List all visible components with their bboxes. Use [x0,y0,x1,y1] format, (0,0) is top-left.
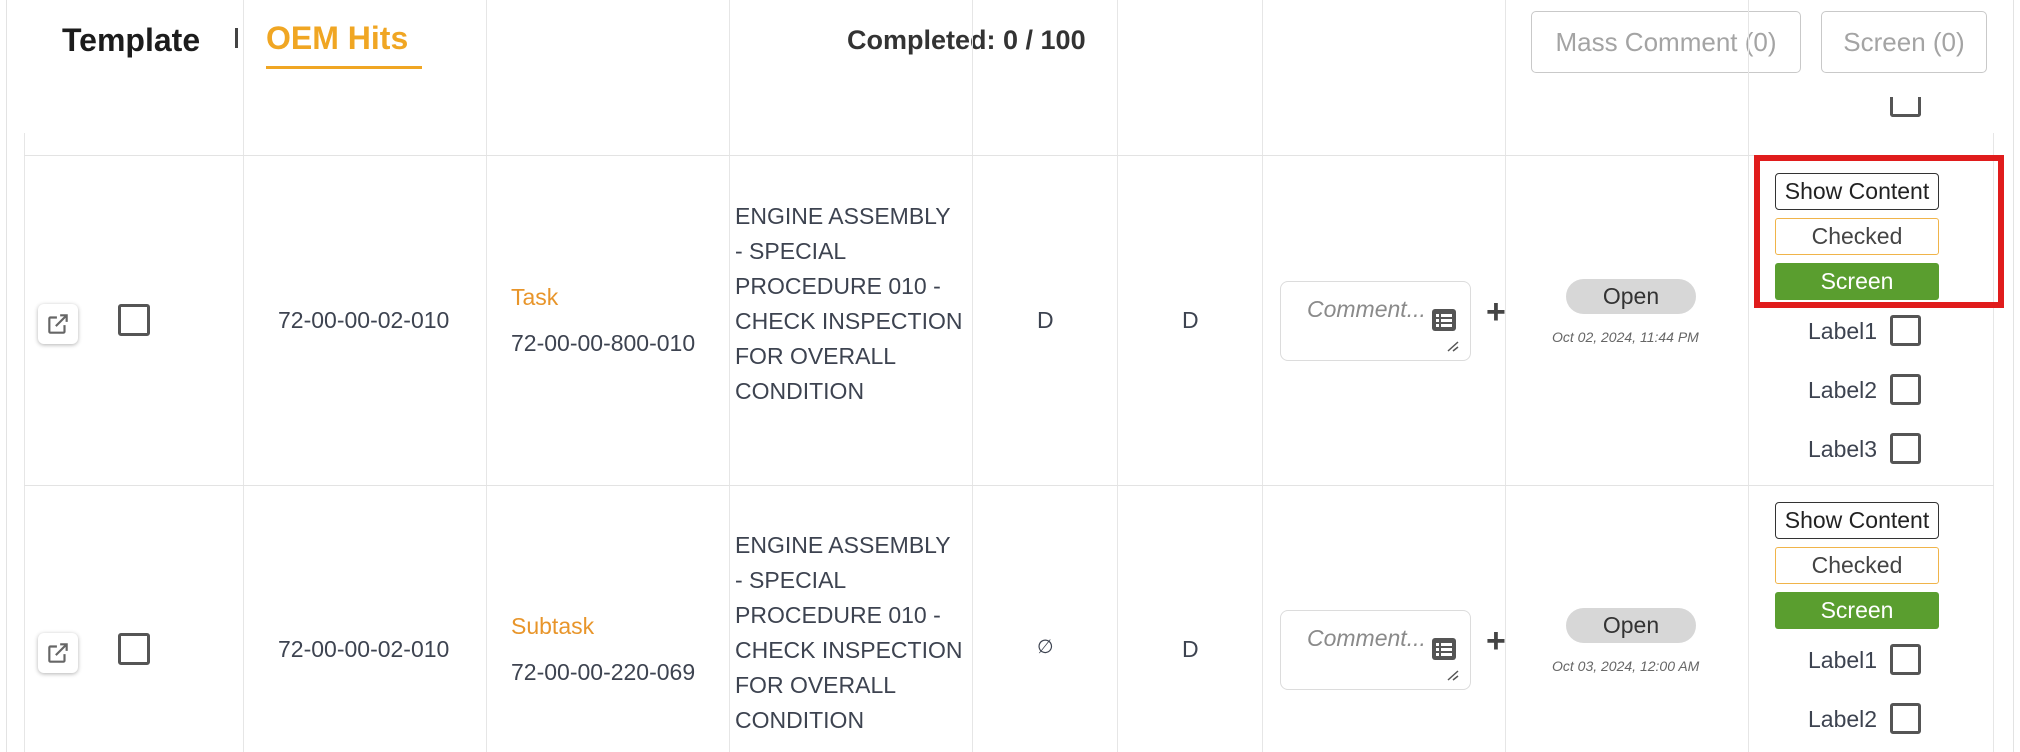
resize-handle-icon[interactable] [1446,340,1460,352]
status-timestamp: Oct 03, 2024, 12:00 AM [1552,658,1700,674]
add-comment-icon[interactable]: + [1486,295,1506,329]
table-row: 72-00-00-02-010 Task 72-00-00-800-010 EN… [24,155,1994,485]
column-a-value: ∅ [1037,637,1054,658]
column-b-value: D [1182,636,1199,662]
list-icon[interactable] [1432,309,1456,331]
completed-value: 0 / 100 [1003,25,1086,55]
status-timestamp: Oct 02, 2024, 11:44 PM [1552,329,1699,345]
label-checkbox-partial[interactable] [1890,97,1921,117]
label-1-checkbox[interactable] [1890,644,1921,675]
label-2-checkbox[interactable] [1890,374,1921,405]
mass-comment-button[interactable]: Mass Comment (0) [1531,11,1801,73]
label-1-checkbox[interactable] [1890,315,1921,346]
list-icon[interactable] [1432,638,1456,660]
column-a-value: D [1037,307,1054,333]
completed-label: Completed: [847,25,996,55]
comment-placeholder: Comment... [1307,625,1426,651]
label-2-checkbox[interactable] [1890,703,1921,734]
completed-counter: Completed: 0 / 100 [847,25,1086,56]
external-link-icon [48,643,68,663]
annotation-highlight-box [1754,155,2004,308]
screen-all-button[interactable]: Screen (0) [1821,11,1987,73]
label-1-text: Label1 [1808,647,1878,673]
comment-placeholder: Comment... [1307,296,1426,322]
external-link-icon [48,314,68,334]
item-type: Subtask [511,613,595,639]
comment-field[interactable]: Comment... [1280,281,1471,361]
task-number: 72-00-00-800-010 [511,330,696,356]
checked-button[interactable]: Checked [1775,547,1939,584]
open-external-button[interactable] [38,633,78,673]
task-number: 72-00-00-220-069 [511,659,696,685]
results-table: 72-00-00-02-010 Task 72-00-00-800-010 EN… [24,0,1994,752]
row-select-checkbox[interactable] [118,304,150,336]
resize-handle-icon[interactable] [1446,669,1460,681]
task-description: ENGINE ASSEMBLY - SPECIAL PROCEDURE 010 … [735,532,963,733]
comment-field[interactable]: Comment... [1280,610,1471,690]
label-3-text: Label3 [1808,436,1878,462]
tab-separator [235,28,238,48]
status-badge: Open [1566,608,1696,643]
column-b-value: D [1182,307,1199,333]
item-type: Task [511,284,559,310]
screen-button[interactable]: Screen [1775,592,1939,629]
show-content-button[interactable]: Show Content [1775,502,1939,539]
task-description: ENGINE ASSEMBLY - SPECIAL PROCEDURE 010 … [735,203,963,404]
reference-number: 72-00-00-02-010 [278,307,450,333]
label-3-checkbox[interactable] [1890,433,1921,464]
tab-oem-hits[interactable]: OEM Hits [266,20,408,57]
status-badge: Open [1566,279,1696,314]
table-row: 72-00-00-02-010 Subtask 72-00-00-220-069… [24,485,1994,752]
open-external-button[interactable] [38,304,78,344]
label-2-text: Label2 [1808,377,1878,403]
label-1-text: Label1 [1808,318,1878,344]
label-2-text: Label2 [1808,706,1878,732]
active-tab-underline [266,66,422,69]
header: Template OEM Hits Completed: 0 / 100 Mas… [0,0,2020,90]
row-select-checkbox[interactable] [118,633,150,665]
reference-number: 72-00-00-02-010 [278,636,450,662]
tab-template[interactable]: Template [62,22,200,59]
add-comment-icon[interactable]: + [1486,624,1506,658]
